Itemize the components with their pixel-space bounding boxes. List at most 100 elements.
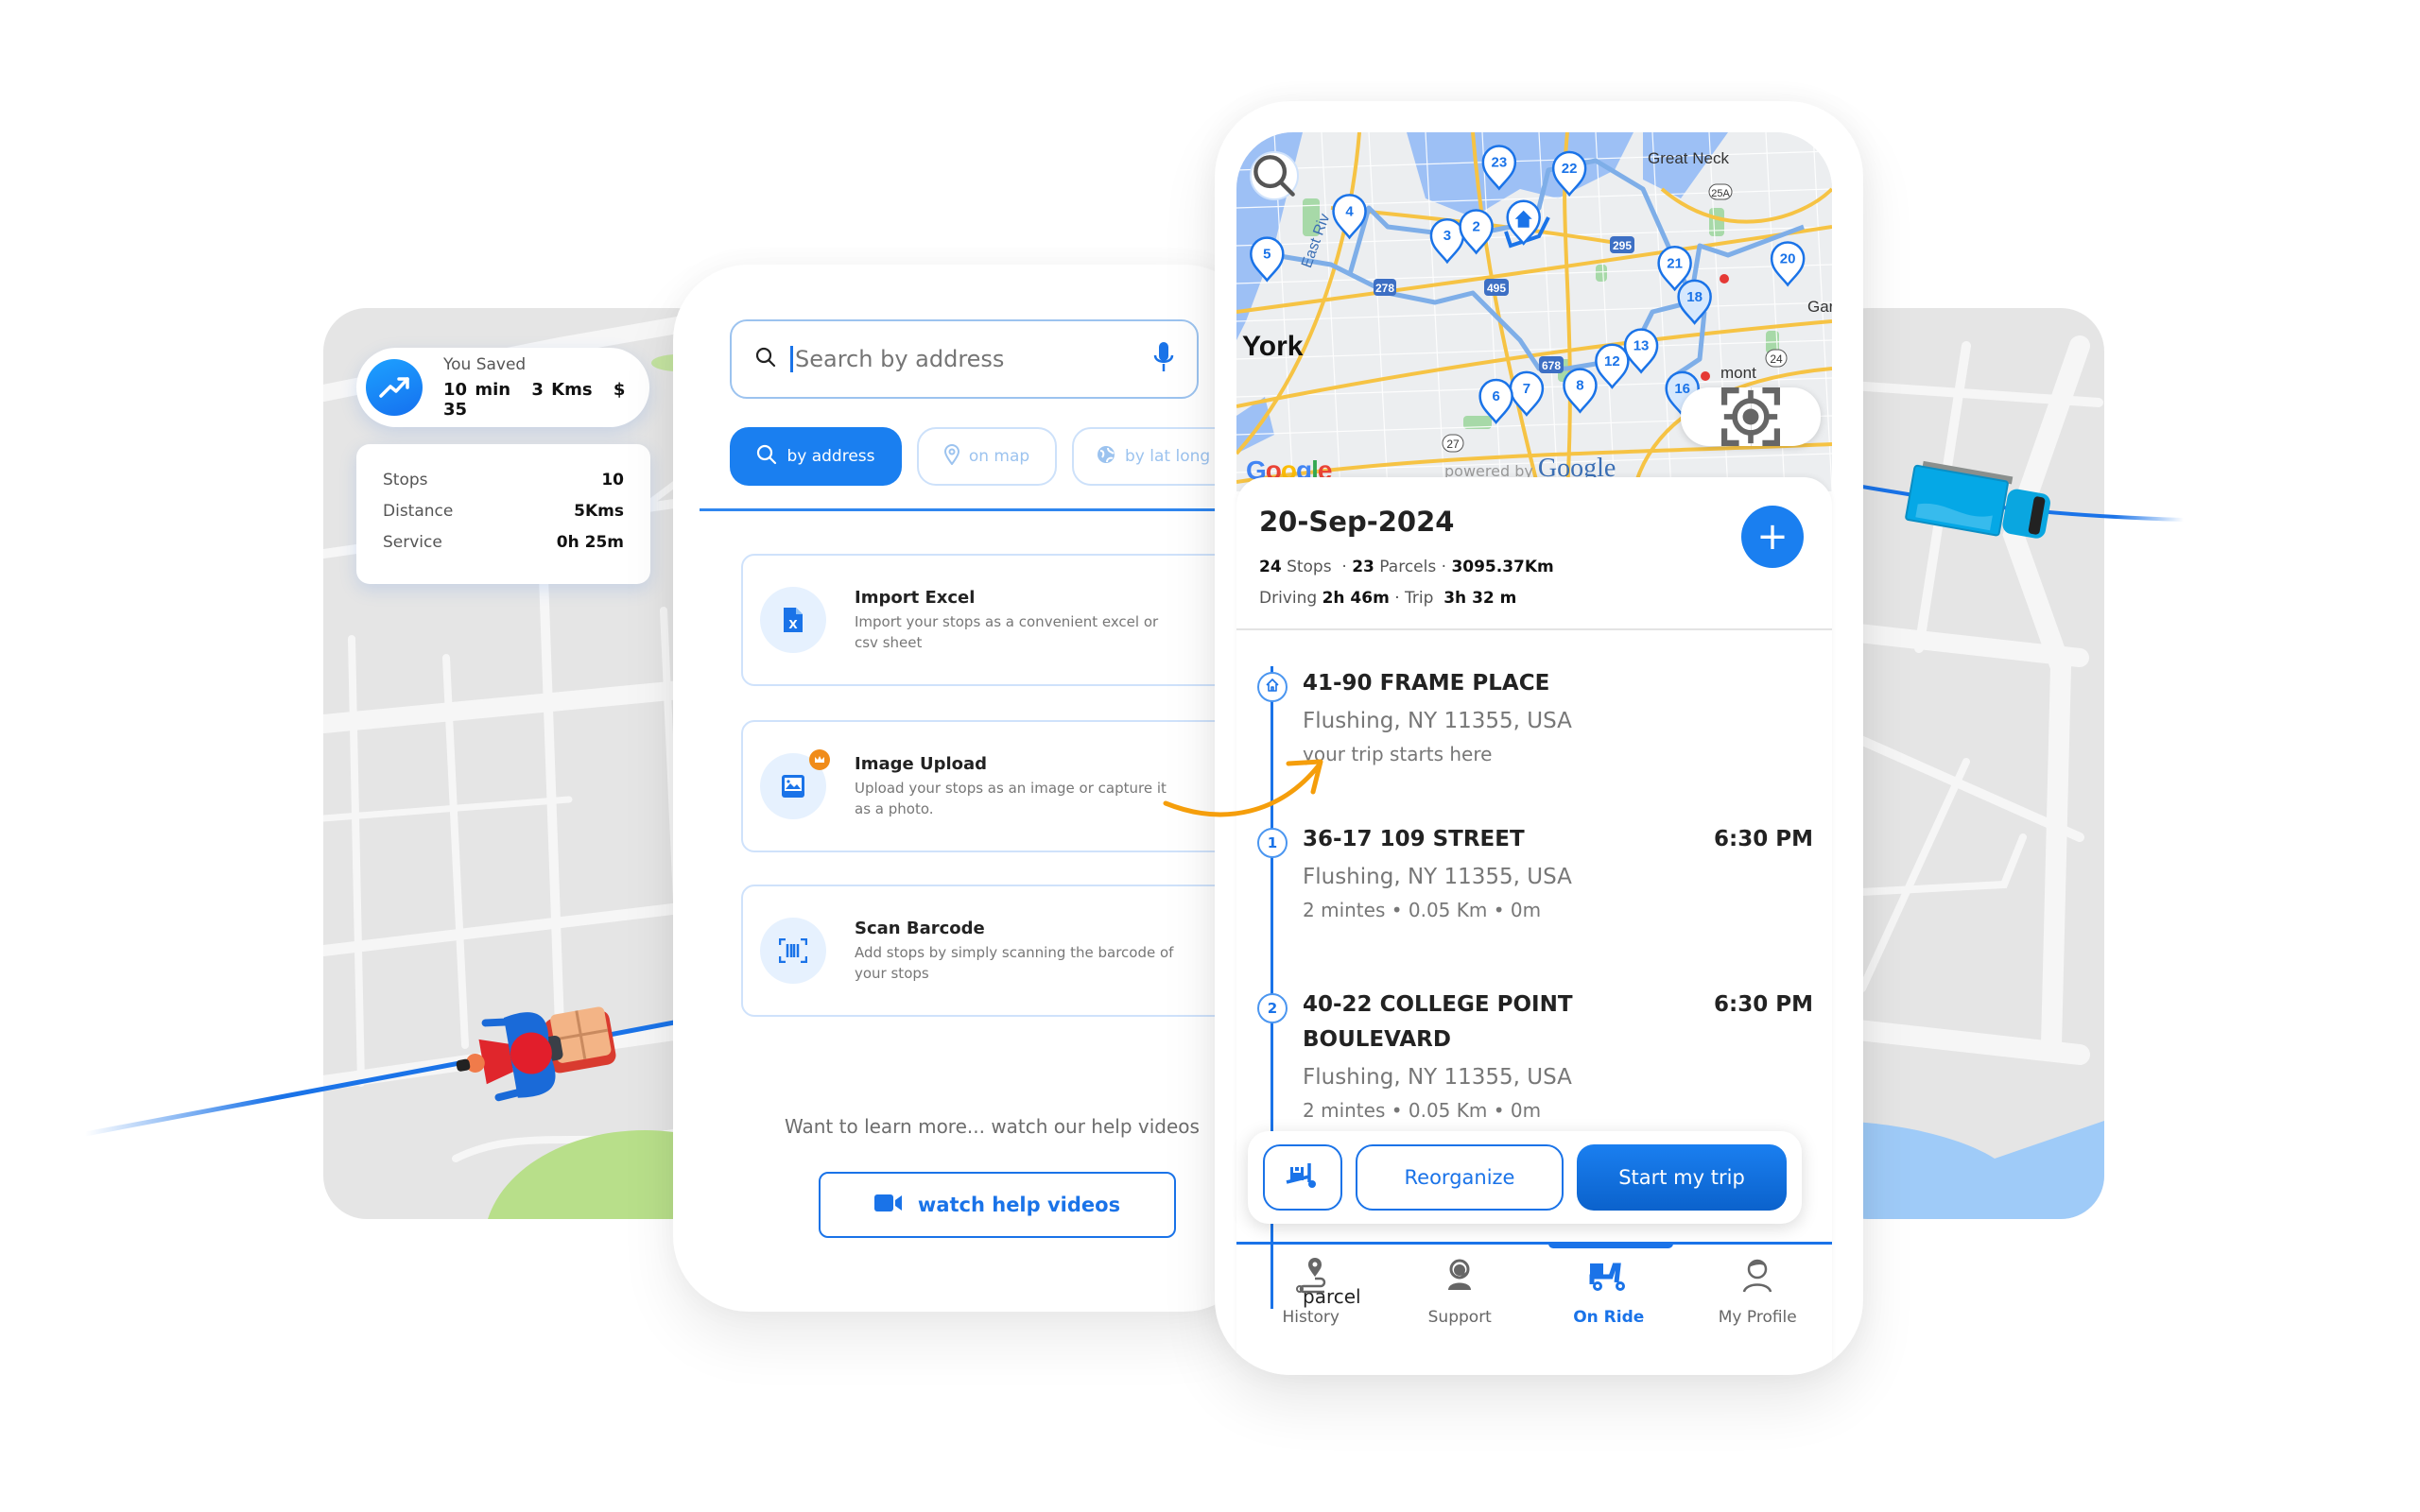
search-mode-tabs: by address on map by lat long	[730, 427, 1242, 486]
route-map[interactable]: 278 495 295 678 25A 24 27 23 22 4 3 2 5 21 18 20…	[1236, 132, 1832, 491]
image-icon	[760, 749, 830, 819]
orange-arrow-annotation	[1163, 759, 1323, 817]
nav-support[interactable]: Support	[1386, 1256, 1535, 1350]
microphone-icon[interactable]	[1153, 341, 1174, 377]
nav-label: Support	[1427, 1308, 1492, 1327]
profile-icon	[1738, 1256, 1776, 1298]
map-label-york: York	[1242, 331, 1304, 362]
summary-label: Stops	[383, 471, 428, 490]
summary-row-stops: Stops 10	[383, 471, 624, 502]
summary-value: 10	[601, 471, 624, 490]
option-title: Image Upload	[855, 753, 988, 774]
svg-text:495: 495	[1487, 282, 1506, 295]
map-controls	[1681, 387, 1821, 446]
plus-icon: +	[1756, 515, 1789, 558]
summary-label: Service	[383, 533, 442, 552]
stop-meta: 2 mintes • 0.05 Km • 0m	[1303, 1099, 1542, 1122]
active-tab-indicator	[1548, 1242, 1673, 1248]
history-route-icon	[1292, 1256, 1330, 1298]
trip-distance: 3095.37Km	[1451, 558, 1554, 576]
stop-marker-home	[1257, 672, 1288, 702]
svg-text:678: 678	[1542, 359, 1561, 372]
trip-label: Trip	[1405, 589, 1434, 608]
address-search-input[interactable]	[790, 346, 1153, 372]
map-pin-label: 2	[1472, 218, 1479, 234]
option-description: Add stops by simply scanning the barcode…	[855, 943, 1174, 982]
support-agent-icon	[1441, 1256, 1478, 1298]
nav-on-ride[interactable]: On Ride	[1534, 1256, 1684, 1350]
parcels-label: Parcels	[1379, 558, 1437, 576]
delivery-rider-illustration	[456, 1006, 616, 1102]
map-pin-label: 13	[1634, 338, 1650, 354]
map-search-button[interactable]	[1250, 151, 1299, 200]
nav-my-profile[interactable]: My Profile	[1684, 1256, 1833, 1350]
stop-city: Flushing, NY 11355, USA	[1303, 865, 1572, 889]
tab-label: by address	[786, 447, 875, 466]
map-pin-icon	[943, 443, 959, 470]
stop-marker-1: 1	[1257, 828, 1288, 858]
saved-time: 10 min	[443, 380, 511, 400]
fullscreen-button[interactable]	[1721, 387, 1822, 446]
tab-by-address[interactable]: by address	[730, 427, 902, 486]
tab-on-map[interactable]: on map	[917, 427, 1057, 486]
import-excel-option[interactable]: X Import Excel Import your stops as a co…	[741, 554, 1259, 686]
svg-text:278: 278	[1375, 282, 1394, 295]
driving-label: Driving	[1259, 589, 1318, 608]
trip-durations: Driving 2h 46m · Trip 3h 32 m	[1259, 589, 1517, 608]
trip-divider	[1236, 628, 1832, 630]
summary-row-distance: Distance 5Kms	[383, 502, 624, 533]
watch-help-videos-button[interactable]: watch help videos	[819, 1172, 1176, 1238]
start-trip-button[interactable]: Start my trip	[1577, 1144, 1787, 1211]
svg-text:27: 27	[1446, 438, 1460, 451]
globe-icon	[1097, 445, 1115, 469]
option-title: Import Excel	[855, 587, 976, 608]
help-videos-prompt: Want to learn more... watch our help vid…	[785, 1115, 1200, 1138]
stop-item[interactable]: 40-22 COLLEGE POINT BOULEVARD 6:30 PM Fl…	[1303, 988, 1813, 1122]
scan-barcode-option[interactable]: Scan Barcode Add stops by simply scannin…	[741, 885, 1259, 1017]
watch-help-videos-label: watch help videos	[917, 1194, 1121, 1216]
barcode-scan-icon	[760, 918, 826, 984]
map-pin-label: 23	[1492, 155, 1508, 171]
home-icon	[1265, 678, 1280, 696]
map-pin-label: 4	[1345, 203, 1354, 219]
add-stop-button[interactable]: +	[1741, 506, 1804, 568]
nav-label: History	[1282, 1308, 1340, 1327]
summary-value: 0h 25m	[556, 533, 624, 552]
trip-counts: 24 Stops · 23 Parcels · 3095.37Km	[1259, 558, 1554, 576]
map-pin-label: 7	[1523, 381, 1530, 397]
map-pin-label: 3	[1443, 228, 1451, 244]
map-label-mont: mont	[1720, 364, 1756, 382]
svg-text:25A: 25A	[1711, 188, 1730, 199]
stop-city: Flushing, NY 11355, USA	[1303, 709, 1572, 733]
delivery-truck-illustration	[1905, 460, 2050, 539]
stop-item[interactable]: 36-17 109 STREET 6:30 PM Flushing, NY 11…	[1303, 822, 1813, 921]
trip-time: 3h 32 m	[1443, 589, 1517, 608]
search-icon	[754, 346, 777, 372]
right-background-map	[1824, 308, 2104, 1219]
reorganize-button[interactable]: Reorganize	[1356, 1144, 1564, 1211]
address-search-box[interactable]	[730, 319, 1199, 399]
you-saved-card: You Saved 10 min 3 Kms $ 35	[356, 348, 649, 427]
video-camera-icon	[873, 1194, 903, 1217]
trip-date: 20-Sep-2024	[1259, 506, 1455, 538]
svg-text:295: 295	[1613, 239, 1632, 252]
map-label-garden: Gar	[1807, 298, 1832, 316]
svg-text:X: X	[788, 618, 798, 631]
load-parcels-button[interactable]	[1263, 1144, 1342, 1211]
tab-label: by lat long	[1125, 447, 1211, 466]
map-pin-label: 12	[1604, 353, 1620, 369]
option-description: Upload your stops as an image or capture…	[855, 779, 1167, 817]
trip-details-panel: 20-Sep-2024 24 Stops · 23 Parcels · 3095…	[1236, 477, 1832, 1375]
map-label-great-neck: Great Neck	[1648, 149, 1729, 167]
parcels-count: 23	[1352, 558, 1374, 576]
nav-label: On Ride	[1573, 1308, 1645, 1327]
stops-count: 24	[1259, 558, 1282, 576]
map-pin-label: 6	[1492, 388, 1499, 404]
stop-item[interactable]: 41-90 FRAME PLACE Flushing, NY 11355, US…	[1303, 666, 1813, 765]
route-summary-card: Stops 10 Distance 5Kms Service 0h 25m	[356, 444, 650, 584]
bottom-navigation: History Support On Ride My Profile	[1236, 1256, 1832, 1350]
svg-text:24: 24	[1770, 352, 1783, 366]
stop-title: 41-90 FRAME PLACE	[1303, 671, 1550, 696]
stop-title: 40-22 COLLEGE POINT BOULEVARD	[1303, 992, 1573, 1052]
nav-history[interactable]: History	[1236, 1256, 1386, 1350]
